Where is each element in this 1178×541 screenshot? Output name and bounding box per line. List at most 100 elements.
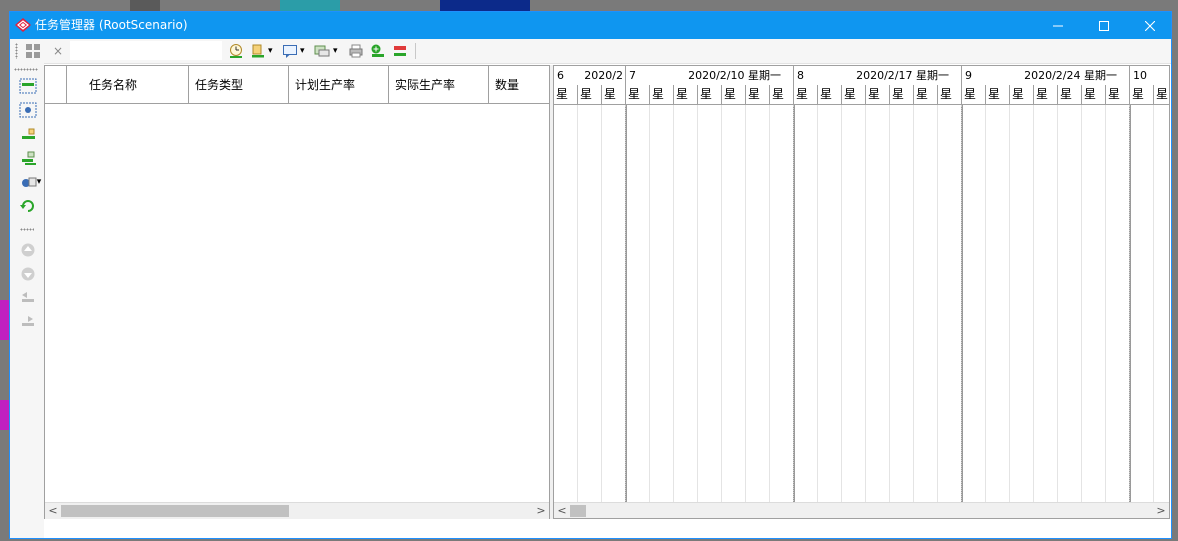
background-strip [0,400,9,430]
grid-layout-icon [26,44,40,58]
gantt-day-gridline [745,105,746,518]
gantt-day-gridline [721,105,722,518]
indent-button[interactable] [17,125,39,143]
week-number: 7 [629,69,636,82]
grid-horizontal-scrollbar[interactable]: < > [45,502,549,519]
side-toolbar-gripper[interactable] [14,68,38,71]
gantt-day-header: 星 [674,85,698,104]
gantt-horizontal-scrollbar[interactable]: < > [554,502,1169,518]
dropdown-arrow-icon: ▾ [268,46,273,56]
gantt-week-header: 9 2020/2/24 星期一 [962,66,1130,85]
gantt-week-header: 6 2020/2 [554,66,626,85]
gantt-day-gridline [1033,105,1034,518]
remove-task-icon [394,46,406,56]
print-button[interactable] [348,42,364,60]
resource-assign-button[interactable]: ▾ [17,173,45,191]
scroll-thumb[interactable] [61,505,289,517]
dropdown-arrow-icon: ▾ [300,46,305,56]
week-number: 10 [1133,69,1147,82]
gantt-scroll-left-button[interactable]: < [554,503,570,518]
title-bar[interactable]: 任务管理器 (RootScenario) [10,12,1171,39]
gantt-day-gridline [889,105,890,518]
gantt-day-gridline [793,105,795,518]
gantt-day-header: 星 [626,85,650,104]
column-header-quantity[interactable]: 数量 [489,66,549,104]
search-input[interactable] [70,41,222,60]
gantt-day-header: 星 [1034,85,1058,104]
minimize-icon [1053,25,1063,26]
indent-icon [22,128,35,139]
layout-button[interactable] [25,42,41,60]
arrow-down-icon [21,267,35,281]
week-number: 8 [797,69,804,82]
select-all-button[interactable] [17,77,39,95]
minimize-button[interactable] [1035,12,1081,39]
gantt-day-header: 星 [890,85,914,104]
column-header-task-name[interactable]: 任务名称 [67,66,189,104]
column-header-planned-rate[interactable]: 计划生产率 [289,66,389,104]
dropdown-arrow-icon: ▾ [333,46,338,56]
select-row-button[interactable] [17,101,39,119]
comment-dropdown-button[interactable]: ▾ [282,42,305,60]
gantt-day-header: 星 [578,85,602,104]
week-date: 2020/2/10 星期一 [688,69,781,82]
indent-right-button[interactable] [17,313,39,331]
indent-right-icon [22,316,34,326]
gantt-scroll-right-button[interactable]: > [1153,503,1169,518]
gantt-week-header: 7 2020/2/10 星期一 [626,66,794,85]
maximize-button[interactable] [1081,12,1127,39]
gantt-day-header: 星 [650,85,674,104]
gantt-day-gridline [769,105,770,518]
window-title: 任务管理器 (RootScenario) [35,18,188,32]
gantt-day-gridline [577,105,578,518]
gantt-scroll-thumb[interactable] [570,505,586,517]
schedule-button[interactable] [228,42,244,60]
toolbar-gripper[interactable] [15,43,18,59]
row-selector-header[interactable] [45,66,67,104]
gantt-day-gridline [1105,105,1106,518]
gantt-day-header: 星 [1058,85,1082,104]
add-task-button[interactable] [370,42,386,60]
gantt-day-header: 星 [1130,85,1154,104]
gantt-day-header: 星 [914,85,938,104]
column-header-actual-rate[interactable]: 实际生产率 [389,66,489,104]
link-icon [22,151,36,165]
clear-search-button[interactable]: × [53,42,63,60]
gantt-day-gridline [601,105,602,518]
resource-dropdown-button[interactable]: ▾ [313,42,338,60]
gantt-day-gridline [937,105,938,518]
move-up-button[interactable] [17,241,39,259]
close-button[interactable] [1127,12,1171,39]
printer-icon [349,44,363,58]
dropdown-arrow-icon: ▾ [36,177,42,187]
comment-icon [283,45,297,58]
gantt-day-gridline [697,105,698,518]
arrow-up-icon [21,243,35,257]
week-date: 2020/2 [584,69,623,82]
scroll-right-button[interactable]: > [533,503,549,519]
gantt-day-header: 星 [818,85,842,104]
gantt-day-header: 星 [746,85,770,104]
outdent-button[interactable] [17,289,39,307]
link-tasks-button[interactable] [17,149,39,167]
scroll-left-button[interactable]: < [45,503,61,519]
gantt-day-header: 星 [1106,85,1130,104]
gantt-day-gridline [985,105,986,518]
task-grid: 任务名称 任务类型 计划生产率 实际生产率 数量 < > [44,65,550,519]
gantt-day-header: 星 [554,85,578,104]
gantt-day-header: 星 [1082,85,1106,104]
task-manager-window: 任务管理器 (RootScenario) × ▾ ▾ ▾ ▾ 任务名称 任务类型… [9,11,1172,539]
refresh-button[interactable] [17,197,39,215]
gantt-day-header: 星 [962,85,986,104]
gantt-day-gridline [841,105,842,518]
maximize-icon [1099,20,1109,31]
move-down-button[interactable] [17,265,39,283]
user-resource-icon [21,177,37,187]
clear-icon: × [53,44,64,58]
top-toolbar: × ▾ ▾ ▾ [10,39,1171,64]
column-header-task-type[interactable]: 任务类型 [189,66,289,104]
gantt-day-gridline [1057,105,1058,518]
remove-task-button[interactable] [392,42,408,60]
task-dropdown-button[interactable]: ▾ [250,42,273,60]
gantt-day-gridline [865,105,866,518]
